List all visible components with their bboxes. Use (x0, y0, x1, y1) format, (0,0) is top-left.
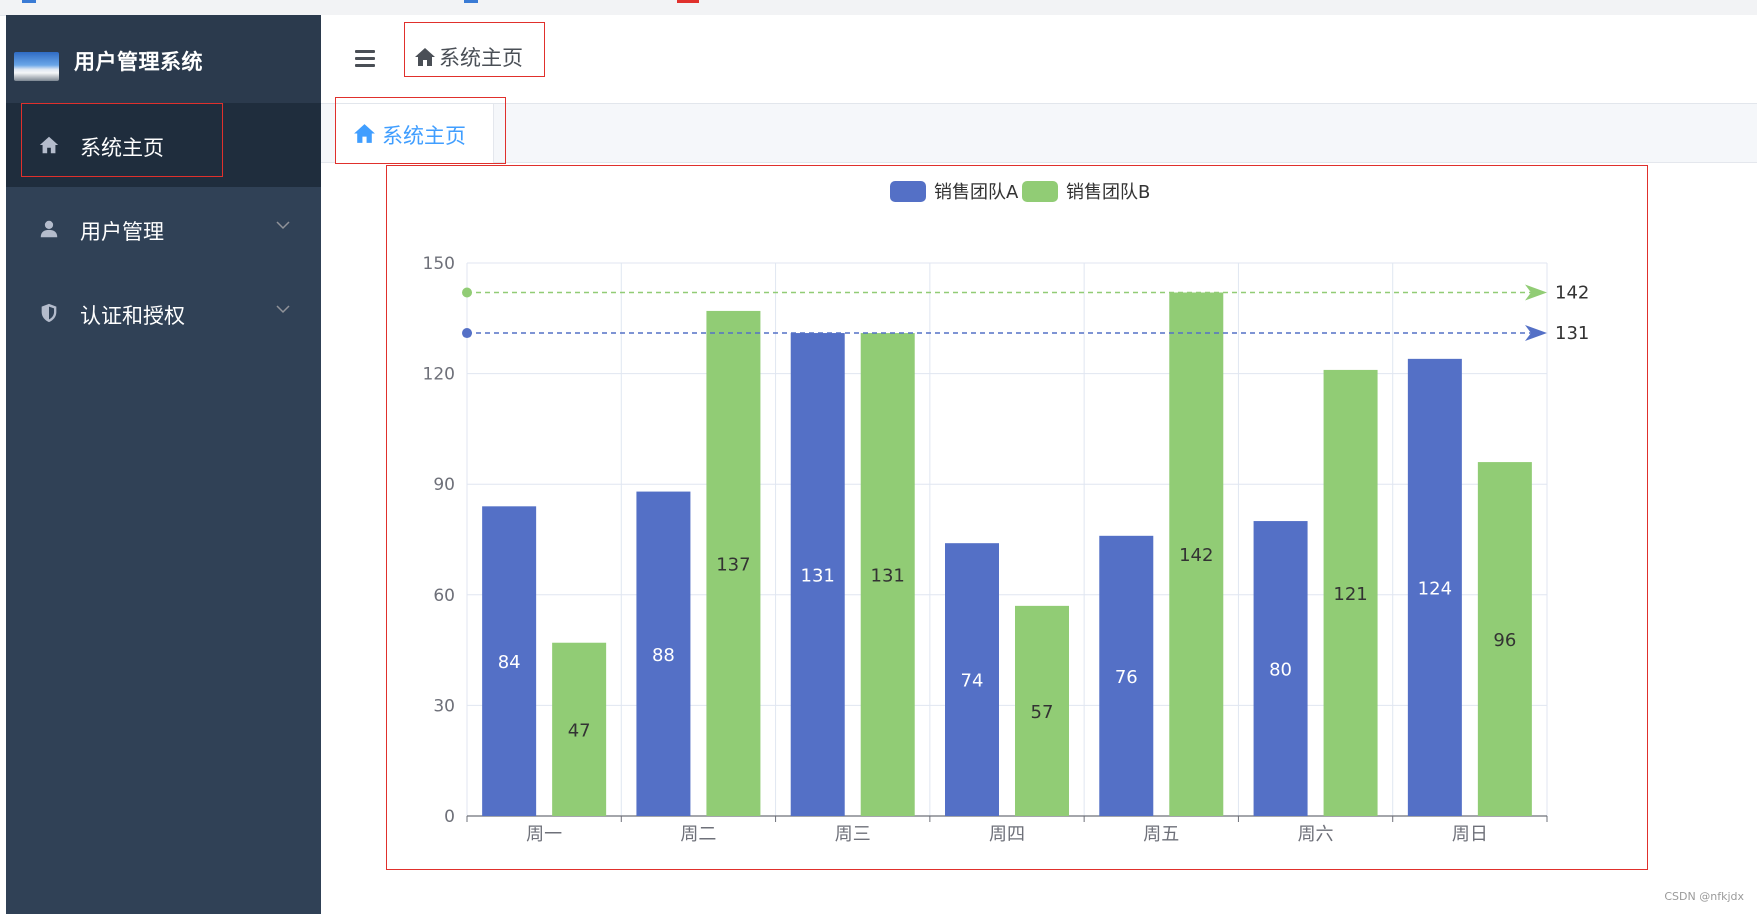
logo-image (14, 52, 59, 81)
highlight-box (386, 165, 1648, 870)
highlight-box (404, 22, 545, 77)
chevron-down-icon (276, 305, 290, 314)
sidebar-item-user-management[interactable]: 用户管理 (6, 187, 321, 271)
navbar: 系统主页 (321, 15, 1757, 104)
sidebar-item-label: 认证和授权 (80, 304, 185, 328)
sidebar-item-auth[interactable]: 认证和授权 (6, 271, 321, 355)
highlight-box (335, 97, 506, 164)
highlight-box (21, 103, 223, 177)
browser-tab-strip (0, 0, 1757, 16)
tab-strip-mark (22, 0, 36, 3)
chevron-down-icon (276, 221, 290, 230)
sidebar-item-label: 用户管理 (80, 220, 164, 244)
sidebar: 用户管理系统 系统主页 用户管理 认证和授权 (6, 15, 321, 914)
shield-icon (41, 303, 57, 323)
watermark: CSDN @nfkjdx (1664, 890, 1744, 903)
tab-strip-mark (677, 0, 699, 3)
app-logo-area: 用户管理系统 (6, 15, 321, 103)
user-icon (40, 220, 58, 238)
app-title: 用户管理系统 (74, 50, 203, 74)
hamburger-menu-icon[interactable] (355, 50, 375, 68)
tab-strip-mark (464, 0, 478, 3)
tags-view: 系统主页 (321, 97, 1757, 164)
